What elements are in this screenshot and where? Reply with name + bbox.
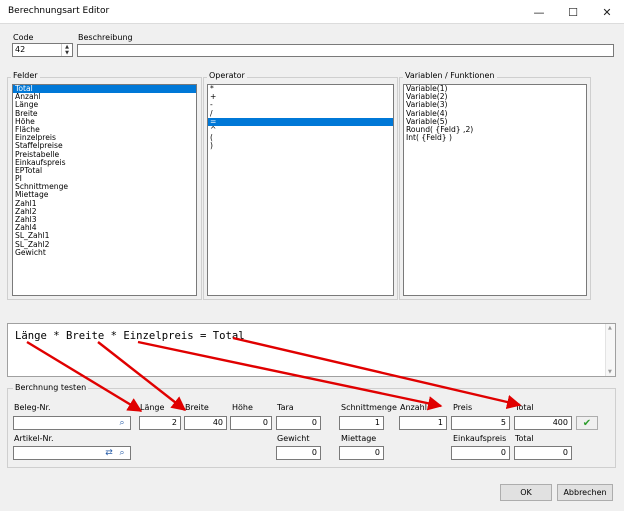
total2-input[interactable]: 0	[514, 446, 572, 460]
artikel-label: Artikel-Nr.	[14, 434, 54, 443]
beleg-search-icon[interactable]: ⌕	[115, 417, 129, 429]
checkmark-icon: ✔	[582, 417, 592, 429]
test-group-title: Berchnung testen	[13, 383, 89, 392]
ok-button[interactable]: OK	[500, 484, 552, 501]
formula-text: Länge * Breite * Einzelpreis = Total	[15, 330, 245, 342]
total-label: Total	[515, 403, 534, 412]
tara-label: Tara	[277, 403, 294, 412]
list-item[interactable]: Länge	[13, 101, 196, 109]
cancel-button[interactable]: Abbrechen	[557, 484, 613, 501]
hoehe-label: Höhe	[232, 403, 253, 412]
felder-list[interactable]: Total Anzahl Länge Breite Höhe Fläche Einzelpr…	[12, 84, 197, 296]
window-title: Berechnungsart Editor	[8, 6, 110, 16]
einkaufspreis-label: Einkaufspreis	[453, 434, 507, 443]
list-item[interactable]: )	[208, 142, 393, 150]
preis-label: Preis	[453, 403, 473, 412]
list-item[interactable]: (	[208, 133, 393, 142]
operator-list[interactable]: * + - / = ^()	[207, 84, 394, 296]
scroll-down-icon[interactable]: ▼	[608, 369, 612, 375]
list-item[interactable]: Zahl3	[13, 215, 196, 224]
formula-scrollbar[interactable]: ▲ ▼	[605, 324, 615, 376]
breite-label: Breite	[185, 403, 209, 412]
test-calc-button[interactable]: ✔	[576, 416, 598, 430]
schnittmenge-label: Schnittmenge	[341, 403, 397, 412]
artikel-search-icon[interactable]: ⌕	[115, 447, 129, 459]
list-item[interactable]: +	[208, 92, 393, 101]
close-button[interactable]: ✕	[590, 0, 624, 24]
list-item[interactable]: Zahl2	[13, 207, 196, 216]
list-item[interactable]: Breite	[13, 109, 196, 118]
list-item[interactable]: Int( {Feld} )	[404, 133, 586, 142]
formula-editor[interactable]: Länge * Breite * Einzelpreis = Total ▲ ▼	[7, 323, 616, 377]
maximize-icon: ☐	[568, 5, 578, 19]
einkaufspreis-input[interactable]: 0	[451, 446, 510, 460]
gewicht-input[interactable]: 0	[276, 446, 321, 460]
list-item[interactable]: *	[208, 85, 393, 93]
list-item[interactable]: Miettage	[13, 191, 196, 199]
gewicht-label: Gewicht	[277, 434, 310, 443]
code-value: 42	[15, 45, 26, 54]
laenge-label: Länge	[140, 403, 165, 412]
tara-input[interactable]: 0	[276, 416, 321, 430]
spinner-arrows-icon[interactable]: ▲ ▼	[61, 44, 72, 56]
list-item[interactable]: Gewicht	[13, 248, 196, 257]
schnittmenge-input[interactable]: 1	[339, 416, 384, 430]
code-label: Code	[13, 33, 34, 42]
list-item[interactable]: Höhe	[13, 117, 196, 126]
list-item[interactable]: =	[208, 117, 393, 126]
artikel-input[interactable]: ⇄ ⌕	[13, 446, 131, 460]
operator-title: Operator	[207, 71, 247, 80]
description-input[interactable]	[77, 44, 614, 57]
anzahl-label: Anzahl	[400, 403, 427, 412]
list-item[interactable]: EPTotal	[13, 166, 196, 175]
variablen-list[interactable]: Variable(1) Variable(2) Variable(3) Variabl…	[403, 84, 587, 296]
felder-title: Felder	[11, 71, 40, 80]
beleg-input[interactable]: ⌕	[13, 416, 131, 430]
hoehe-input[interactable]: 0	[230, 416, 272, 430]
breite-input[interactable]: 40	[184, 416, 227, 430]
list-item[interactable]: -	[208, 101, 393, 109]
description-label: Beschreibung	[78, 33, 133, 42]
list-item[interactable]: Zahl1	[13, 199, 196, 208]
list-item[interactable]: Anzahl	[13, 92, 196, 101]
scroll-up-icon[interactable]: ▲	[608, 325, 612, 331]
title-bar: Berechnungsart Editor — ☐ ✕	[0, 0, 624, 24]
total-input[interactable]: 400	[514, 416, 572, 430]
anzahl-input[interactable]: 1	[399, 416, 447, 430]
minimize-button[interactable]: —	[522, 0, 556, 24]
preis-input[interactable]: 5	[451, 416, 510, 430]
miettage-label: Miettage	[341, 434, 377, 443]
variablen-title: Variablen / Funktionen	[403, 71, 497, 80]
total2-label: Total	[515, 434, 534, 443]
artikel-refresh-icon[interactable]: ⇄	[102, 447, 116, 459]
minimize-icon: —	[533, 5, 545, 19]
miettage-input[interactable]: 0	[339, 446, 384, 460]
list-item[interactable]: ^	[208, 125, 393, 134]
code-spinner[interactable]: 42 ▲ ▼	[12, 43, 73, 57]
list-item[interactable]: /	[208, 109, 393, 118]
beleg-label: Beleg-Nr.	[14, 403, 51, 412]
maximize-button[interactable]: ☐	[556, 0, 590, 24]
laenge-input[interactable]: 2	[139, 416, 181, 430]
close-icon: ✕	[602, 5, 612, 19]
